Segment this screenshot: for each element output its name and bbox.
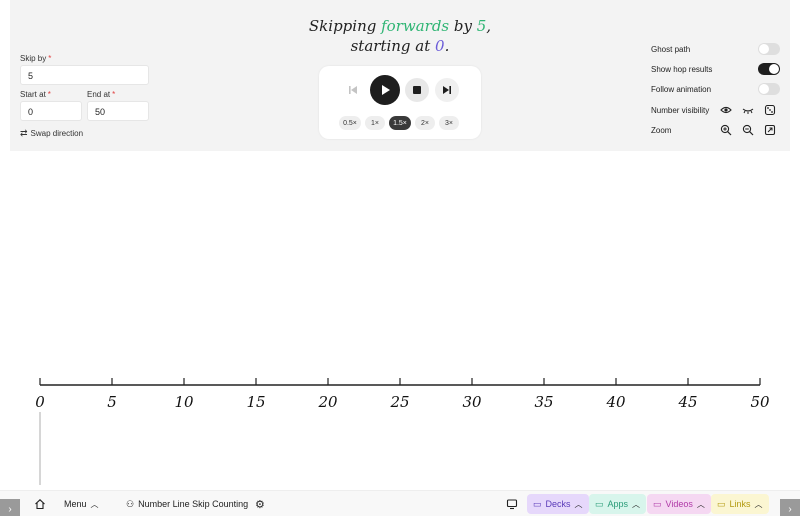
- swap-icon: ⇄: [20, 128, 28, 138]
- zoom-out-button[interactable]: [742, 124, 754, 136]
- zoom-in-button[interactable]: [720, 124, 732, 136]
- tick-label: 20: [318, 393, 338, 411]
- show-hop-results-toggle[interactable]: [758, 63, 780, 75]
- tick-label: 40: [606, 393, 626, 411]
- chevron-up-icon: ︿: [574, 499, 583, 509]
- eye-icon: [720, 106, 732, 114]
- menu-label: Menu: [64, 499, 87, 509]
- home-icon: [35, 499, 45, 510]
- chevron-up-icon: ︿: [90, 499, 99, 509]
- show-hop-results-label: Show hop results: [651, 65, 713, 74]
- skip-back-button[interactable]: [345, 82, 361, 98]
- decks-button[interactable]: ▭ Decks ︿: [527, 494, 589, 514]
- eye-closed-icon: [742, 108, 754, 114]
- tick-label: 15: [246, 393, 266, 411]
- tick-label: 25: [390, 393, 410, 411]
- follow-animation-toggle[interactable]: [758, 83, 780, 95]
- speed-3x[interactable]: 3×: [439, 116, 459, 130]
- random-numbers-button[interactable]: [764, 104, 776, 116]
- activity-title: ⚇ Number Line Skip Counting: [126, 498, 249, 510]
- skip-by-label: Skip by *: [20, 54, 52, 63]
- zoom-in-icon: [720, 124, 732, 136]
- tick-label: 10: [174, 393, 194, 411]
- speed-1x[interactable]: 1×: [365, 116, 385, 130]
- number-line: 0 5 10 15 20 25 30 35 40 45 50: [0, 370, 800, 490]
- skip-forward-button[interactable]: [435, 78, 459, 102]
- zoom-fit-button[interactable]: [764, 124, 776, 136]
- follow-animation-label: Follow animation: [651, 85, 712, 94]
- link-icon: ▭: [717, 498, 726, 509]
- video-icon: ▭: [653, 498, 662, 509]
- tick-label: 30: [462, 393, 482, 411]
- chevron-up-icon: ︿: [754, 499, 763, 509]
- gear-icon: ⚙: [255, 498, 265, 511]
- ghost-path-toggle[interactable]: [758, 43, 780, 55]
- start-at-label: Start at *: [20, 90, 51, 99]
- end-at-input[interactable]: 50: [87, 101, 149, 121]
- prev-page-button[interactable]: ›: [0, 499, 20, 516]
- swap-direction-button[interactable]: ⇄ Swap direction: [20, 128, 83, 139]
- number-visibility-label: Number visibility: [651, 106, 710, 115]
- step-value: 5: [476, 17, 487, 35]
- stop-button[interactable]: [405, 78, 429, 102]
- number-line-axis: [39, 378, 761, 485]
- play-icon: [382, 85, 390, 95]
- tick-label: 50: [750, 393, 770, 411]
- monitor-icon: [506, 499, 518, 510]
- playback-controls: 0.5× 1× 1.5× 2× 3×: [319, 66, 481, 139]
- next-page-button[interactable]: ›: [780, 499, 800, 516]
- app-icon: ▭: [595, 498, 604, 509]
- chevron-up-icon: ︿: [696, 499, 705, 509]
- skip-by-input[interactable]: 5: [20, 65, 149, 85]
- dice-icon: [764, 104, 776, 116]
- start-value: 0: [435, 37, 445, 55]
- links-button[interactable]: ▭ Links ︿: [711, 494, 769, 514]
- tick-label: 35: [534, 393, 554, 411]
- direction-word: forwards: [381, 17, 450, 35]
- speed-2x[interactable]: 2×: [415, 116, 435, 130]
- ghost-path-label: Ghost path: [651, 45, 691, 54]
- play-button[interactable]: [370, 75, 400, 105]
- chevron-up-icon: ︿: [632, 499, 641, 509]
- zoom-label: Zoom: [651, 126, 672, 135]
- chevron-right-icon: ›: [788, 503, 792, 515]
- fit-screen-icon: [764, 124, 776, 136]
- apps-button[interactable]: ▭ Apps ︿: [589, 494, 647, 514]
- page-title: Skipping forwards by 5, starting at 0.: [308, 17, 492, 55]
- home-button[interactable]: [34, 493, 46, 515]
- bottom-bar: › Menu ︿ ⚇ Number Line Skip Counting ⚙ ▭…: [0, 490, 800, 516]
- present-button[interactable]: [506, 493, 518, 515]
- skip-back-icon: [349, 86, 357, 94]
- tick-label: 0: [35, 393, 45, 411]
- deck-icon: ▭: [533, 498, 542, 509]
- show-numbers-button[interactable]: [720, 104, 732, 116]
- skip-forward-icon: [443, 86, 451, 94]
- speed-1-5x[interactable]: 1.5×: [389, 116, 411, 130]
- activity-icon: ⚇: [126, 498, 135, 509]
- swap-direction-label: Swap direction: [30, 129, 84, 138]
- activity-settings-button[interactable]: ⚙: [255, 493, 265, 515]
- hide-numbers-button[interactable]: [742, 104, 754, 116]
- speed-0-5x[interactable]: 0.5×: [339, 116, 361, 130]
- start-at-input[interactable]: 0: [20, 101, 82, 121]
- zoom-out-icon: [742, 124, 754, 136]
- tick-label: 5: [107, 393, 117, 411]
- end-at-label: End at *: [87, 90, 116, 99]
- videos-button[interactable]: ▭ Videos ︿: [647, 494, 711, 514]
- chevron-right-icon: ›: [8, 503, 12, 515]
- tick-label: 45: [678, 393, 698, 411]
- stop-icon: [413, 86, 421, 94]
- menu-button[interactable]: Menu ︿: [64, 493, 99, 515]
